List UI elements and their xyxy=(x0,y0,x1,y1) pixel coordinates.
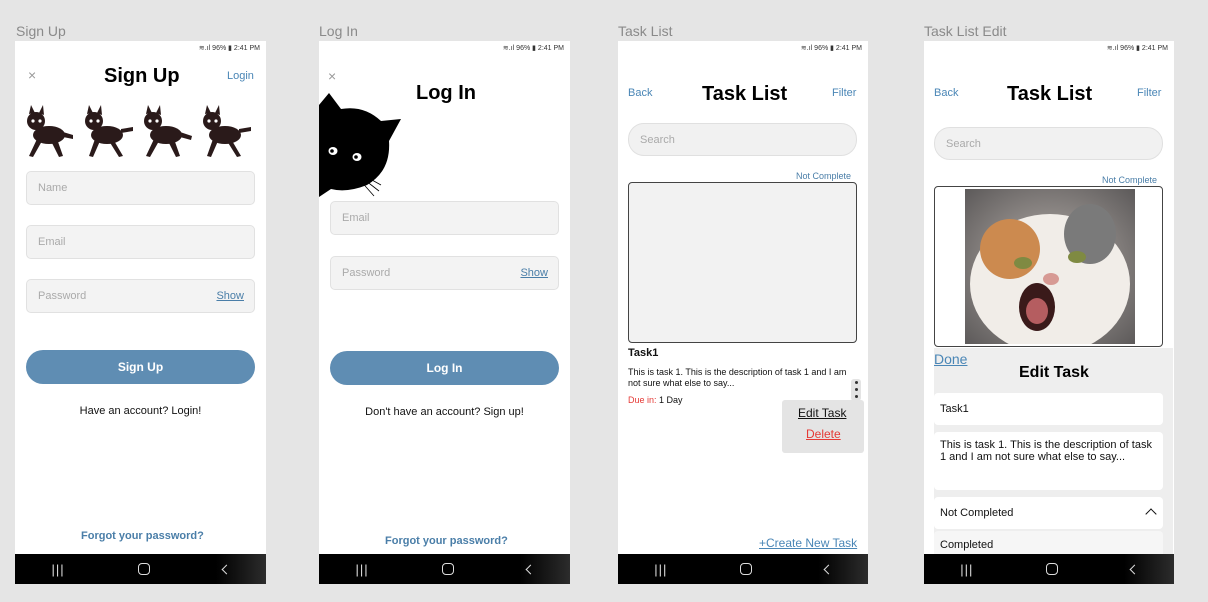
back-icon[interactable] xyxy=(525,564,535,574)
task-list-edit-screen: ≋.ıl 96% ▮ 2:41 PM Back Task List Filter… xyxy=(924,41,1174,584)
android-nav-bar: ||| xyxy=(319,554,570,584)
status-select[interactable]: Not Completed xyxy=(934,497,1163,529)
android-nav-bar: ||| xyxy=(618,554,868,584)
page-title: Log In xyxy=(416,82,476,104)
task-name: Task1 xyxy=(628,347,659,359)
back-icon[interactable] xyxy=(823,564,834,574)
due-label: Due in: xyxy=(628,395,657,405)
forgot-password-link[interactable]: Forgot your password? xyxy=(81,530,204,542)
status-bar: ≋.ıl 96% ▮ 2:41 PM xyxy=(800,45,862,52)
more-options-icon[interactable] xyxy=(851,379,861,401)
login-link[interactable]: Login xyxy=(227,70,254,82)
show-password-link[interactable]: Show xyxy=(216,290,244,302)
back-link[interactable]: Back xyxy=(628,87,652,99)
filter-link[interactable]: Filter xyxy=(1137,87,1161,99)
close-icon[interactable]: × xyxy=(328,68,336,84)
status-bar: ≋.ıl 96% ▮ 2:41 PM xyxy=(502,45,564,52)
home-icon[interactable] xyxy=(1046,563,1059,575)
chevron-up-icon[interactable] xyxy=(1145,508,1157,520)
forgot-password-link[interactable]: Forgot your password? xyxy=(385,535,508,547)
edit-task-menu-item[interactable]: Edit Task xyxy=(798,406,846,420)
home-icon[interactable] xyxy=(137,563,150,575)
task-description-input[interactable]: This is task 1. This is the description … xyxy=(934,432,1163,490)
home-icon[interactable] xyxy=(441,563,454,575)
password-field[interactable]: Password Show xyxy=(26,279,255,313)
peeking-cat-illustration xyxy=(319,93,401,197)
log-in-button[interactable]: Log In xyxy=(330,351,559,385)
search-input[interactable]: Search xyxy=(934,127,1163,160)
frame-label-task-list-edit: Task List Edit xyxy=(924,23,1007,39)
back-icon[interactable] xyxy=(1129,564,1140,574)
sheet-title: Edit Task xyxy=(1019,364,1089,381)
show-password-link[interactable]: Show xyxy=(520,267,548,279)
task-image-placeholder xyxy=(628,182,857,343)
email-field[interactable]: Email xyxy=(26,225,255,259)
page-title: Sign Up xyxy=(104,65,180,87)
edit-task-sheet: Done Edit Task Task1 This is task 1. Thi… xyxy=(934,348,1173,558)
signup-screen: ≋.ıl 96% ▮ 2:41 PM × Sign Up Login Name … xyxy=(15,41,266,584)
recents-icon[interactable]: ||| xyxy=(960,562,973,577)
frame-label-log-in: Log In xyxy=(319,23,358,39)
login-screen: ≋.ıl 96% ▮ 2:41 PM × Log In Email Passwo… xyxy=(319,41,570,584)
search-input[interactable]: Search xyxy=(628,123,857,156)
delete-menu-item[interactable]: Delete xyxy=(806,427,841,441)
status-badge: Not Complete xyxy=(1102,175,1158,185)
name-field[interactable]: Name xyxy=(26,171,255,205)
have-account-link[interactable]: Have an account? Login! xyxy=(15,405,266,417)
due-row: Due in: 1 Day xyxy=(628,395,683,406)
sign-up-link[interactable]: Don't have an account? Sign up! xyxy=(319,406,570,418)
password-placeholder: Password xyxy=(342,267,391,279)
task-options-menu: Edit Task Delete xyxy=(782,400,864,453)
password-placeholder: Password xyxy=(38,290,87,302)
task-name-input[interactable]: Task1 xyxy=(934,393,1163,425)
back-icon[interactable] xyxy=(221,564,231,574)
task-description: This is task 1. This is the description … xyxy=(628,367,847,388)
create-new-task-link[interactable]: +Create New Task xyxy=(759,536,857,550)
frame-label-sign-up: Sign Up xyxy=(16,23,66,39)
task-list-screen: ≋.ıl 96% ▮ 2:41 PM Back Task List Filter… xyxy=(618,41,868,584)
task-image-frame xyxy=(934,186,1163,347)
close-icon[interactable]: × xyxy=(28,67,36,83)
password-field[interactable]: Password Show xyxy=(330,256,559,290)
running-cats-illustration xyxy=(27,105,251,157)
android-nav-bar: ||| xyxy=(15,554,266,584)
recents-icon[interactable]: ||| xyxy=(654,562,667,577)
page-title: Task List xyxy=(702,83,788,105)
status-select-value: Not Completed xyxy=(940,507,1014,519)
frame-label-task-list: Task List xyxy=(618,23,673,39)
screaming-cat-photo xyxy=(965,189,1135,344)
done-link[interactable]: Done xyxy=(934,351,967,367)
filter-link[interactable]: Filter xyxy=(832,87,856,99)
android-nav-bar: ||| xyxy=(924,554,1174,584)
email-field[interactable]: Email xyxy=(330,201,559,235)
home-icon[interactable] xyxy=(740,563,753,575)
recents-icon[interactable]: ||| xyxy=(355,562,368,577)
recents-icon[interactable]: ||| xyxy=(51,562,64,577)
status-badge: Not Complete xyxy=(796,171,852,181)
status-bar: ≋.ıl 96% ▮ 2:41 PM xyxy=(1106,45,1168,52)
back-link[interactable]: Back xyxy=(934,87,958,99)
page-title: Task List xyxy=(1007,83,1093,105)
status-bar: ≋.ıl 96% ▮ 2:41 PM xyxy=(198,45,260,52)
due-value: 1 Day xyxy=(659,395,683,405)
sign-up-button[interactable]: Sign Up xyxy=(26,350,255,384)
